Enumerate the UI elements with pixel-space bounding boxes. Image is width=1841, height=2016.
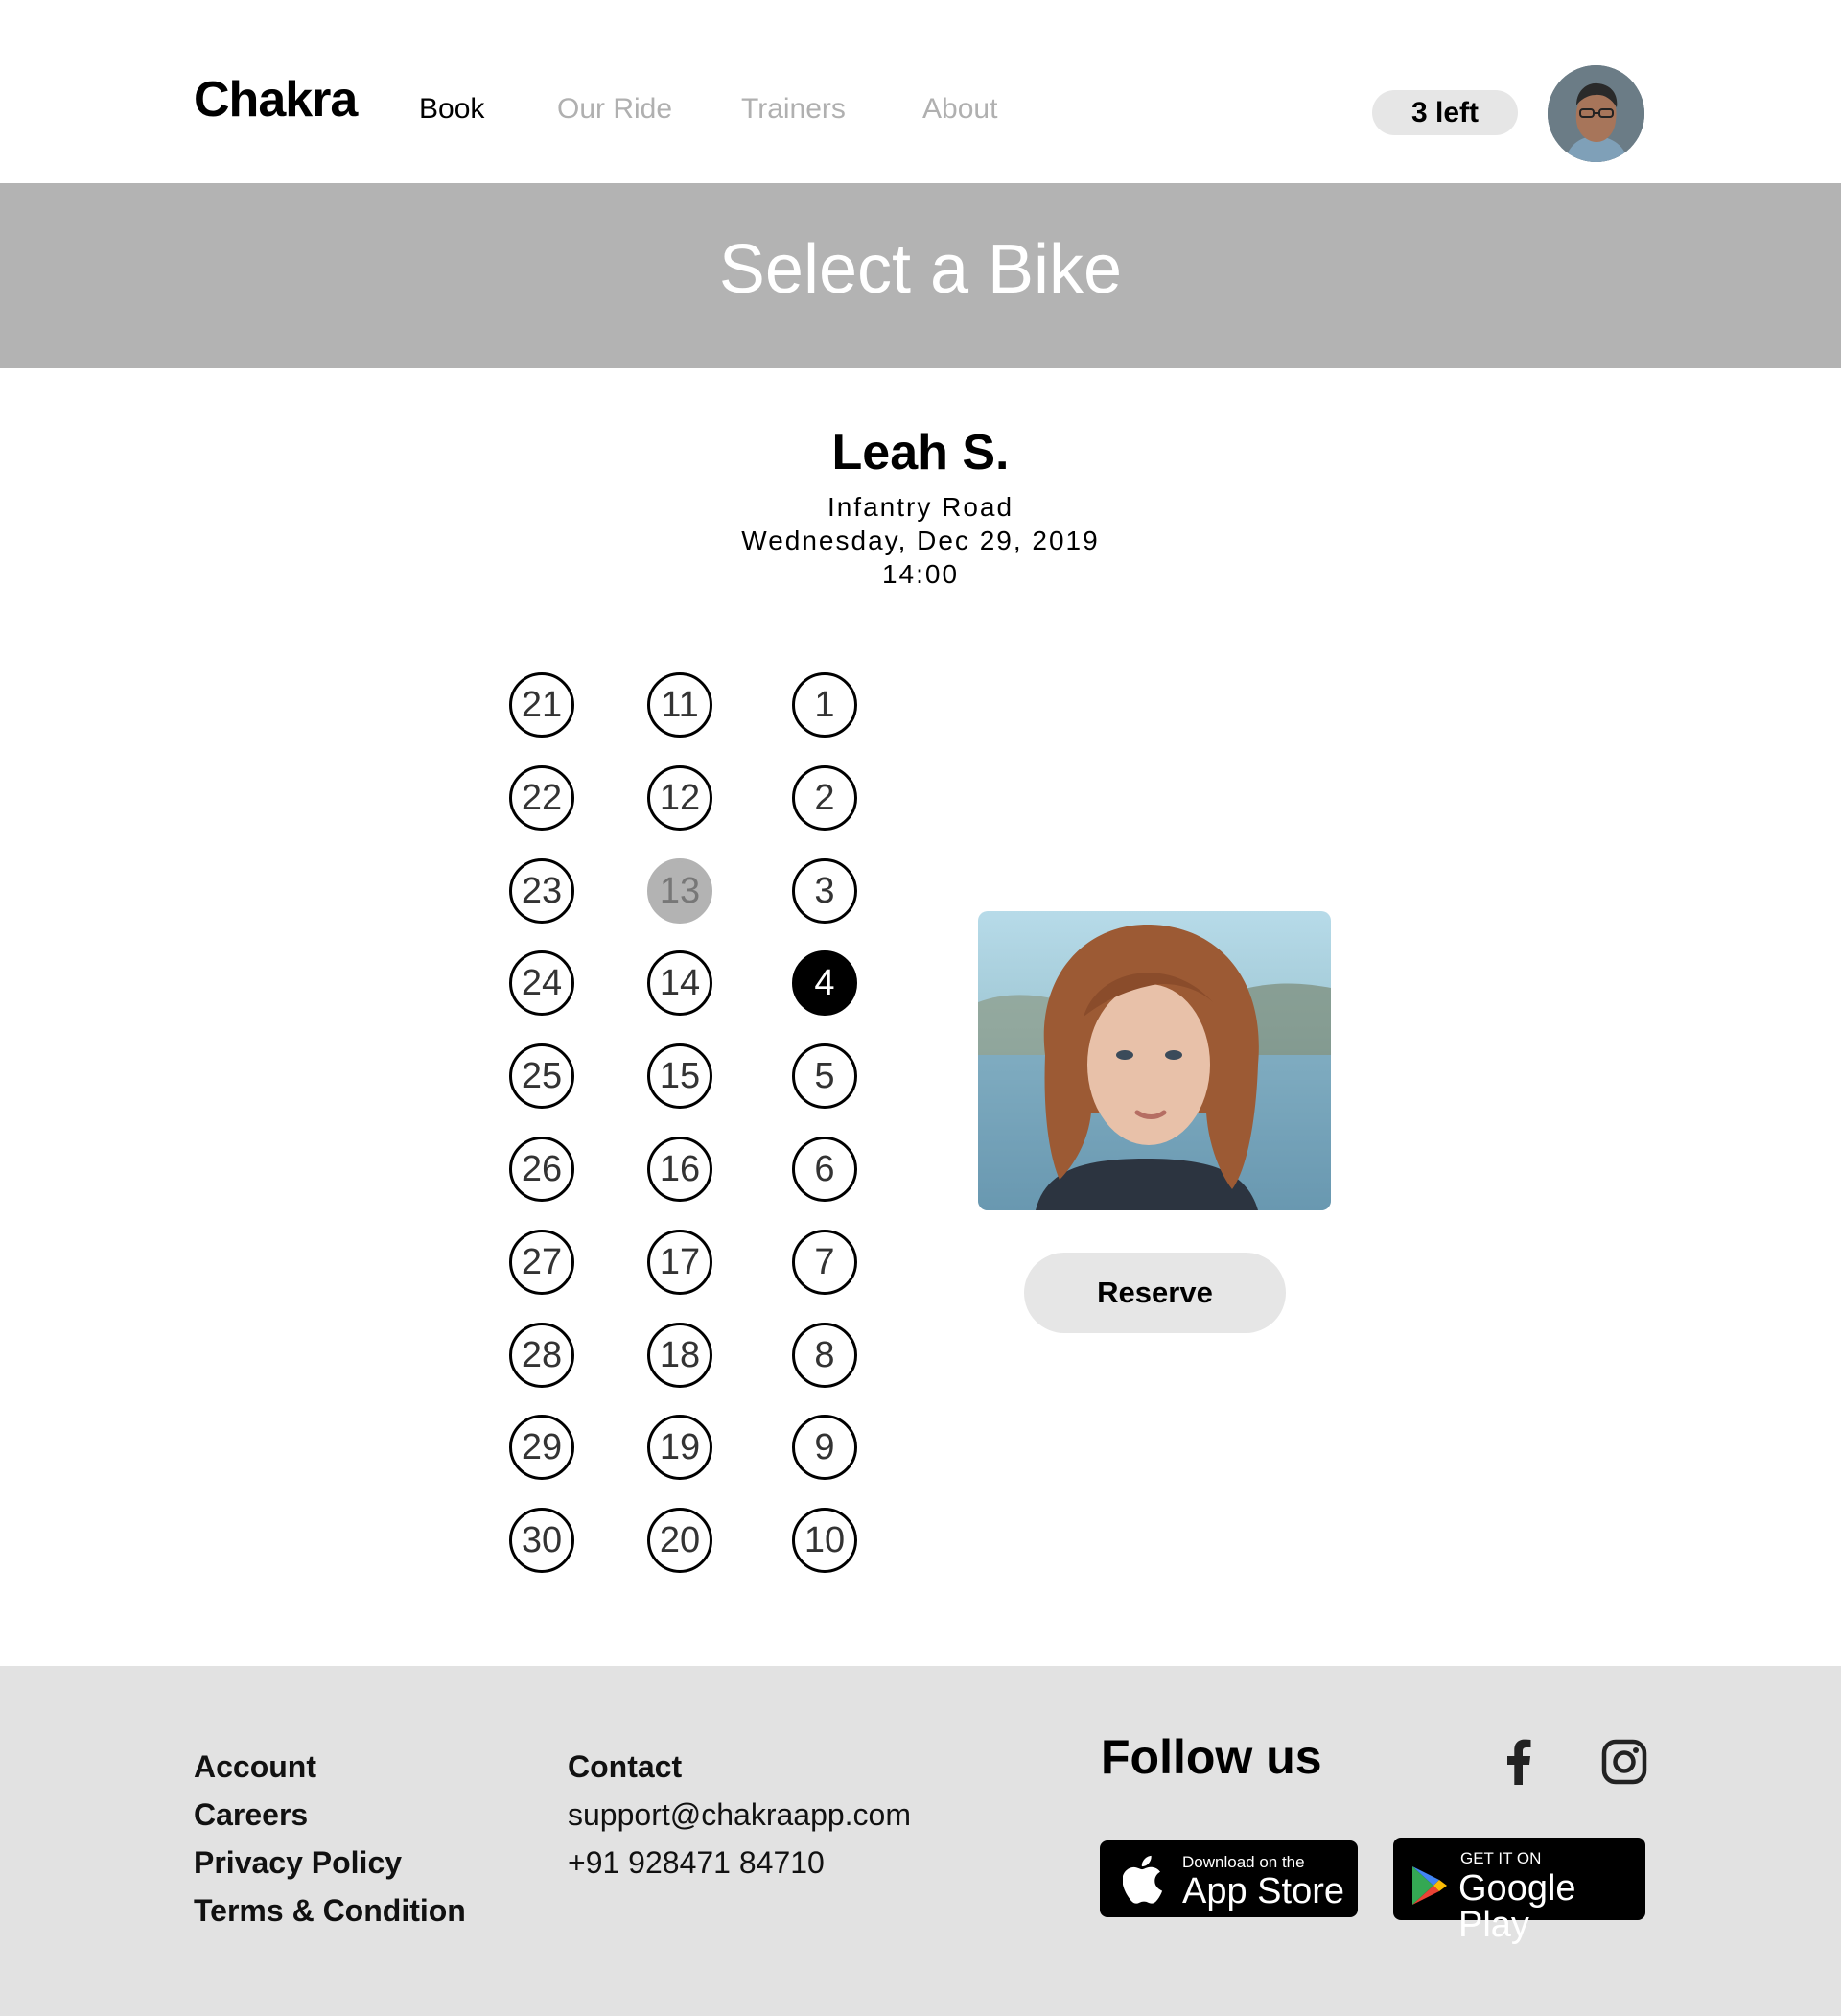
bike-8[interactable]: 8 (792, 1323, 857, 1388)
bike-6[interactable]: 6 (792, 1137, 857, 1202)
bike-28[interactable]: 28 (509, 1323, 574, 1388)
contact-title: Contact (568, 1749, 683, 1784)
bike-5[interactable]: 5 (792, 1043, 857, 1109)
nav-our-ride[interactable]: Our Ride (557, 95, 672, 124)
instagram-icon[interactable] (1601, 1739, 1647, 1790)
bike-13: 13 (647, 858, 712, 924)
user-avatar[interactable] (1548, 65, 1644, 162)
bike-20[interactable]: 20 (647, 1508, 712, 1573)
bike-17[interactable]: 17 (647, 1230, 712, 1295)
class-date: Wednesday, Dec 29, 2019 (741, 526, 1100, 555)
facebook-icon[interactable] (1505, 1739, 1532, 1790)
bike-27[interactable]: 27 (509, 1230, 574, 1295)
class-location: Infantry Road (827, 492, 1014, 522)
app-store-small: Download on the (1182, 1853, 1305, 1871)
bike-2[interactable]: 2 (792, 765, 857, 831)
contact-phone[interactable]: +91 928471 84710 (568, 1847, 825, 1878)
footer-link-account[interactable]: Account (194, 1751, 316, 1782)
bike-19[interactable]: 19 (647, 1415, 712, 1480)
bike-22[interactable]: 22 (509, 765, 574, 831)
app-store-big: App Store (1182, 1871, 1344, 1911)
nav-trainers[interactable]: Trainers (741, 95, 846, 124)
avatar-photo (1548, 65, 1644, 162)
bike-14[interactable]: 14 (647, 950, 712, 1016)
bike-1[interactable]: 1 (792, 672, 857, 738)
bike-3[interactable]: 3 (792, 858, 857, 924)
footer-link-privacy[interactable]: Privacy Policy (194, 1847, 402, 1878)
class-time: 14:00 (881, 559, 960, 589)
bike-29[interactable]: 29 (509, 1415, 574, 1480)
bike-25[interactable]: 25 (509, 1043, 574, 1109)
bike-16[interactable]: 16 (647, 1137, 712, 1202)
logo[interactable]: Chakra (194, 75, 358, 125)
bike-12[interactable]: 12 (647, 765, 712, 831)
bike-4[interactable]: 4 (792, 950, 857, 1016)
bike-21[interactable]: 21 (509, 672, 574, 738)
bike-9[interactable]: 9 (792, 1415, 857, 1480)
follow-title: Follow us (1101, 1730, 1322, 1784)
trainer-photo (978, 911, 1331, 1210)
google-play-icon (1412, 1866, 1447, 1905)
reserve-button[interactable]: Reserve (1024, 1253, 1286, 1333)
bike-7[interactable]: 7 (792, 1230, 857, 1295)
page-title: Select a Bike (718, 231, 1123, 308)
contact-email[interactable]: support@chakraapp.com (568, 1799, 911, 1830)
google-play-badge[interactable]: GET IT ON Google Play (1393, 1838, 1645, 1943)
apple-icon (1123, 1855, 1163, 1904)
footer-link-careers[interactable]: Careers (194, 1799, 308, 1830)
bike-10[interactable]: 10 (792, 1508, 857, 1573)
bike-26[interactable]: 26 (509, 1137, 574, 1202)
footer-link-terms[interactable]: Terms & Condition (194, 1895, 466, 1926)
bike-30[interactable]: 30 (509, 1508, 574, 1573)
nav-about[interactable]: About (922, 95, 997, 124)
nav-book[interactable]: Book (419, 95, 484, 124)
page-banner: Select a Bike (0, 183, 1841, 368)
credits-badge[interactable]: 3 left (1372, 90, 1518, 135)
trainer-name: Leah S. (831, 425, 1010, 481)
bike-18[interactable]: 18 (647, 1323, 712, 1388)
bike-24[interactable]: 24 (509, 950, 574, 1016)
google-play-big: Google Play (1458, 1868, 1576, 1945)
bike-15[interactable]: 15 (647, 1043, 712, 1109)
site-header: Chakra Book Our Ride Trainers About 3 le… (0, 0, 1841, 183)
bike-11[interactable]: 11 (647, 672, 712, 738)
site-footer: Account Careers Privacy Policy Terms & C… (0, 1666, 1841, 2016)
app-store-badge[interactable]: Download on the App Store (1100, 1840, 1358, 1917)
trainer-portrait (978, 911, 1331, 1210)
bike-23[interactable]: 23 (509, 858, 574, 924)
google-play-small: GET IT ON (1460, 1849, 1542, 1867)
